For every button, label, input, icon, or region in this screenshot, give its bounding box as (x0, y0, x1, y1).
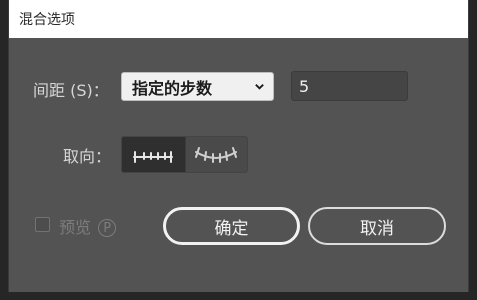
align-to-page-icon (133, 150, 174, 163)
orientation-align-to-page-button[interactable] (122, 137, 185, 172)
steps-value: 5 (299, 76, 310, 96)
cancel-button[interactable]: 取消 (308, 207, 446, 245)
orientation-label: 取向： (63, 147, 112, 166)
preview-label[interactable]: 预览 P (59, 214, 117, 238)
ok-button[interactable]: 确定 (163, 207, 300, 245)
spacing-mode-value: 指定的步数 (132, 78, 213, 98)
spacing-label: 间距 (S)： (33, 81, 109, 100)
preview-checkbox[interactable] (35, 217, 50, 232)
preview-label-text: 预览 (59, 218, 92, 237)
orientation-toggle (121, 136, 248, 173)
dialog-titlebar: 混合选项 (9, 0, 468, 38)
steps-input[interactable]: 5 (291, 71, 408, 101)
orientation-align-to-path-button[interactable] (184, 137, 248, 172)
spacing-mode-select[interactable]: 指定的步数 (121, 72, 274, 101)
align-to-path-icon (195, 146, 238, 163)
blend-options-dialog: 混合选项 间距 (S)： 指定的步数 5 取向： 预览 P 确定 取消 (8, 0, 469, 292)
preview-shortcut-key: P (98, 219, 117, 237)
chevron-down-icon (255, 84, 264, 90)
dialog-title: 混合选项 (19, 12, 75, 28)
